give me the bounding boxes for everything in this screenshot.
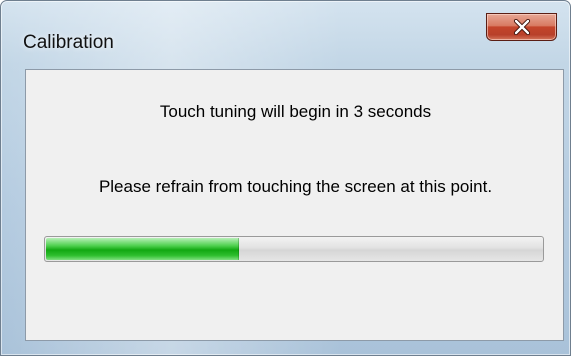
progress-bar bbox=[44, 236, 544, 262]
close-button[interactable] bbox=[486, 13, 557, 41]
progress-bar-fill bbox=[46, 238, 240, 260]
dialog-content: Touch tuning will begin in 3 seconds Ple… bbox=[25, 69, 564, 341]
countdown-message: Touch tuning will begin in 3 seconds bbox=[159, 102, 432, 121]
window-title: Calibration bbox=[23, 32, 114, 53]
instruction-message: Please refrain from touching the screen … bbox=[98, 177, 493, 196]
title-bar[interactable]: Calibration bbox=[1, 1, 570, 53]
calibration-window: Calibration Touch tuning will begin in 3… bbox=[0, 0, 571, 356]
close-icon bbox=[513, 19, 530, 35]
